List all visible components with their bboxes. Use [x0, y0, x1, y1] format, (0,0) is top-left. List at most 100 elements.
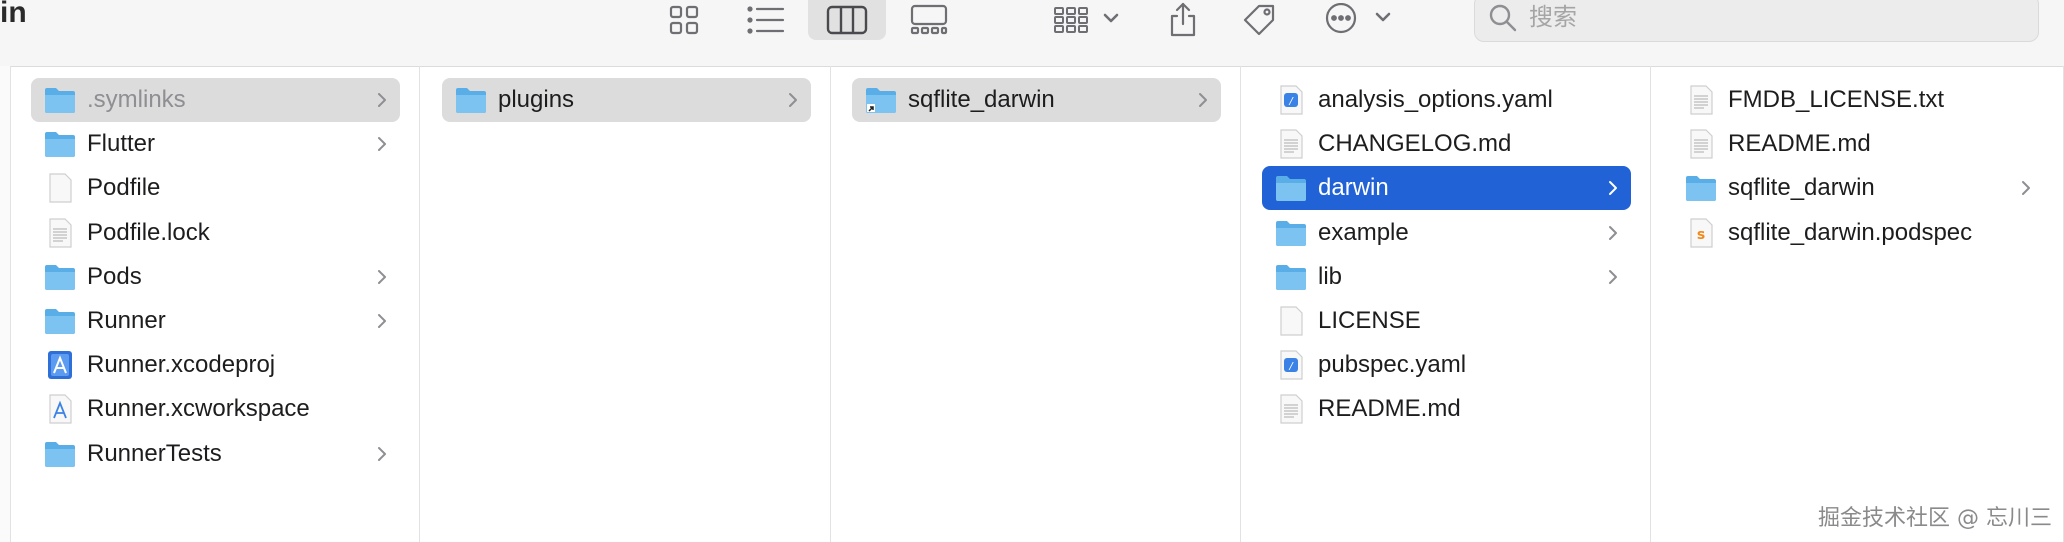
- xcode-project-icon: [48, 351, 72, 379]
- file-row[interactable]: README.md: [1262, 387, 1631, 431]
- file-row[interactable]: Pods: [31, 255, 400, 299]
- chevron-right-icon: [2022, 181, 2030, 195]
- file-row[interactable]: Runner: [31, 299, 400, 343]
- file-name: .symlinks: [87, 86, 186, 113]
- tag-button[interactable]: [1238, 0, 1282, 40]
- gallery-view-button[interactable]: [906, 0, 952, 40]
- file-row[interactable]: s sqflite_darwin.podspec: [1672, 211, 2044, 255]
- file-row[interactable]: / pubspec.yaml: [1262, 343, 1631, 387]
- folder-icon: [45, 309, 75, 334]
- xcode-workspace-icon: [49, 394, 72, 424]
- file-name: RunnerTests: [87, 440, 222, 467]
- document-icon: [49, 173, 72, 203]
- share-button[interactable]: [1164, 0, 1202, 40]
- chevron-right-icon: [789, 93, 797, 107]
- window-title: in: [0, 0, 27, 29]
- file-row[interactable]: README.md: [1672, 122, 2044, 166]
- file-name: Runner.xcodeproj: [87, 351, 276, 378]
- file-row[interactable]: sqflite_darwin: [1672, 166, 2044, 210]
- more-actions-icon: [1325, 3, 1391, 34]
- search-input[interactable]: [1527, 3, 2011, 33]
- file-name: FMDB_LICENSE.txt: [1728, 86, 1945, 113]
- file-row[interactable]: darwin: [1262, 166, 1631, 210]
- chevron-right-icon: [1609, 270, 1617, 284]
- text-document-icon: [1280, 129, 1303, 159]
- file-name: LICENSE: [1318, 307, 1421, 334]
- file-name: sqflite_darwin: [908, 86, 1055, 113]
- file-name: CHANGELOG.md: [1318, 130, 1512, 157]
- browser-column-4[interactable]: / analysis_options.yaml CHANGELOG.md darwin…: [1241, 66, 1651, 542]
- icon-view-button[interactable]: [663, 0, 705, 40]
- file-name: darwin: [1318, 174, 1389, 201]
- icon-view-grid-icon: [669, 5, 699, 35]
- folder-alias-icon: [866, 88, 896, 113]
- file-row[interactable]: sqflite_darwin: [852, 78, 1221, 122]
- file-row[interactable]: Podfile.lock: [31, 211, 400, 255]
- file-row[interactable]: CHANGELOG.md: [1262, 122, 1631, 166]
- file-name: sqflite_darwin.podspec: [1728, 219, 1973, 246]
- chevron-right-icon: [1609, 226, 1617, 240]
- folder-icon: [45, 442, 75, 467]
- folder-icon: [1276, 265, 1306, 290]
- document-icon: [1280, 306, 1303, 336]
- tag-icon: [1243, 4, 1275, 36]
- chevron-right-icon: [378, 137, 386, 151]
- browser-column-1[interactable]: .symlinks Flutter Podfile Podfile.lock Pods R…: [10, 66, 420, 542]
- watermark: 掘金技术社区 @ 忘川三: [1818, 506, 2052, 531]
- file-name: Runner.xcworkspace: [87, 395, 310, 422]
- file-name: Podfile.lock: [87, 219, 210, 246]
- folder-icon: [456, 88, 486, 113]
- file-row[interactable]: .symlinks: [31, 78, 400, 122]
- folder-icon: [1276, 176, 1306, 201]
- gallery-view-icon: [910, 4, 948, 35]
- toolbar: in: [0, 0, 2064, 67]
- text-document-icon: [1280, 394, 1303, 424]
- text-document-icon: [1690, 129, 1713, 159]
- file-row[interactable]: Runner.xcworkspace: [31, 387, 400, 431]
- chevron-right-icon: [1199, 93, 1207, 107]
- file-row[interactable]: Runner.xcodeproj: [31, 343, 400, 387]
- file-row[interactable]: FMDB_LICENSE.txt: [1672, 78, 2044, 122]
- search-field[interactable]: [1474, 0, 2039, 42]
- file-row[interactable]: Podfile: [31, 166, 400, 210]
- file-row[interactable]: lib: [1262, 255, 1631, 299]
- file-name: README.md: [1728, 130, 1871, 157]
- file-name: README.md: [1318, 395, 1461, 422]
- chevron-right-icon: [378, 314, 386, 328]
- browser-column-2[interactable]: plugins: [421, 66, 831, 542]
- browser-column-3[interactable]: sqflite_darwin: [831, 66, 1241, 542]
- podspec-file-icon: s: [1690, 218, 1713, 248]
- file-name: Runner: [87, 307, 166, 334]
- search-icon: [1489, 4, 1517, 32]
- text-document-icon: [1690, 85, 1713, 115]
- file-name: lib: [1318, 263, 1343, 290]
- file-row[interactable]: / analysis_options.yaml: [1262, 78, 1631, 122]
- file-name: sqflite_darwin: [1728, 174, 1875, 201]
- file-name: Podfile: [87, 174, 161, 201]
- more-actions-button[interactable]: [1324, 0, 1396, 40]
- folder-icon: [1276, 221, 1306, 246]
- chevron-right-icon: [378, 447, 386, 461]
- yaml-file-icon: /: [1280, 350, 1303, 380]
- file-row[interactable]: plugins: [442, 78, 811, 122]
- chevron-right-icon: [378, 93, 386, 107]
- list-view-icon: [747, 6, 785, 34]
- group-by-icon: [1054, 7, 1119, 33]
- group-by-button[interactable]: [1050, 0, 1126, 40]
- share-icon: [1170, 2, 1196, 37]
- folder-icon: [45, 265, 75, 290]
- file-row[interactable]: LICENSE: [1262, 299, 1631, 343]
- list-view-button[interactable]: [743, 0, 789, 40]
- chevron-right-icon: [1609, 181, 1617, 195]
- folder-icon: [1686, 176, 1716, 201]
- svg-text:s: s: [1697, 227, 1705, 243]
- file-row[interactable]: RunnerTests: [31, 432, 400, 476]
- text-document-icon: [49, 218, 72, 248]
- file-row[interactable]: example: [1262, 211, 1631, 255]
- yaml-file-icon: /: [1280, 85, 1303, 115]
- browser-column-5[interactable]: FMDB_LICENSE.txt README.md sqflite_darwins…: [1651, 66, 2064, 542]
- file-name: pubspec.yaml: [1318, 351, 1467, 378]
- column-view-button[interactable]: [808, 0, 886, 40]
- file-row[interactable]: Flutter: [31, 122, 400, 166]
- column-view-icon: [826, 5, 868, 35]
